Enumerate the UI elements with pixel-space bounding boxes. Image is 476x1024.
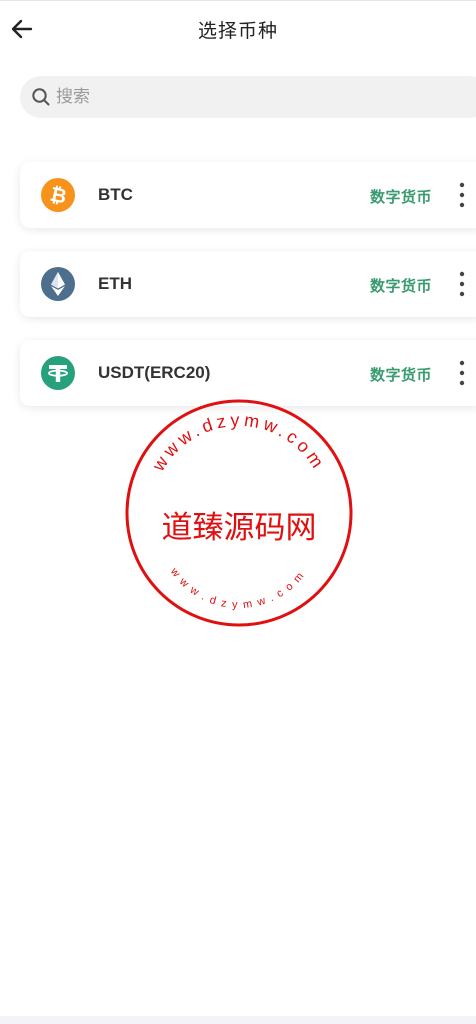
- coin-type-label: 数字货币: [370, 277, 433, 295]
- ethereum-icon: [41, 267, 75, 301]
- watermark-stamp: www.dzymw.com www.dzymw.com 道臻源码网: [125, 399, 353, 627]
- tether-icon: [41, 356, 75, 390]
- search-icon: [32, 88, 50, 106]
- svg-text:www.dzymw.com: www.dzymw.com: [167, 565, 310, 611]
- coin-item-eth[interactable]: ETH 数字货币: [20, 251, 476, 317]
- watermark-ring-bottom: www.dzymw.com: [167, 565, 304, 611]
- bottom-strip: [0, 1016, 476, 1024]
- coin-name: ETH: [98, 274, 132, 293]
- coin-item-usdt[interactable]: USDT(ERC20) 数字货币: [20, 340, 476, 406]
- bitcoin-icon: ₿: [41, 178, 75, 212]
- header: 选择币种: [0, 0, 476, 58]
- watermark-text: 道臻源码网: [162, 510, 317, 546]
- coin-name: USDT(ERC20): [98, 363, 211, 382]
- search-input[interactable]: [56, 76, 476, 118]
- more-icon[interactable]: [454, 357, 470, 389]
- coin-type-label: 数字货币: [370, 366, 433, 384]
- more-icon[interactable]: [454, 268, 470, 300]
- coin-item-btc[interactable]: ₿ BTC 数字货币: [20, 162, 476, 228]
- more-icon[interactable]: [454, 179, 470, 211]
- page-title: 选择币种: [197, 20, 278, 42]
- search-bar[interactable]: [20, 76, 476, 118]
- coin-type-label: 数字货币: [370, 188, 433, 206]
- coin-name: BTC: [98, 185, 133, 204]
- coin-list: ₿ BTC 数字货币 ETH 数字货币 USDT(ERC20) 数字货币: [20, 162, 476, 429]
